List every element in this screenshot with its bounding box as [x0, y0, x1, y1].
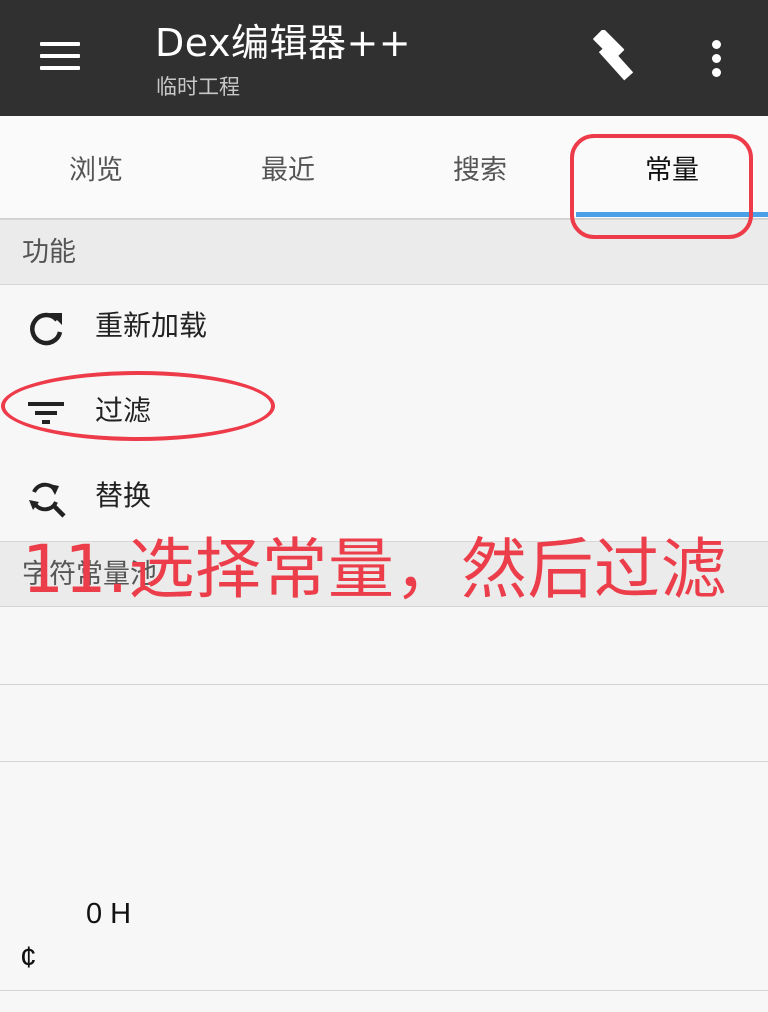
- more-vert-icon[interactable]: [692, 30, 742, 86]
- filter-icon: [26, 393, 66, 433]
- divider: [0, 761, 768, 762]
- app-title: Dex编辑器++: [155, 21, 412, 65]
- app-bar: Dex编辑器++ 临时工程: [0, 0, 768, 116]
- section-header-functions: 功能: [0, 219, 768, 285]
- refresh-icon: [26, 308, 66, 348]
- tab-browse[interactable]: 浏览: [0, 116, 192, 218]
- menu-item-reload[interactable]: 重新加载: [0, 286, 768, 370]
- tab-constants[interactable]: 常量: [576, 116, 768, 218]
- section-title: 功能: [22, 237, 76, 268]
- tab-bar: 浏览 最近 搜索 常量: [0, 116, 768, 218]
- divider: [0, 990, 768, 991]
- pool-item-text[interactable]: 0 H: [86, 898, 131, 931]
- menu-item-filter[interactable]: 过滤: [0, 371, 768, 455]
- find-replace-icon: [26, 478, 66, 518]
- menu-item-label: 重新加载: [95, 309, 208, 342]
- pool-item-symbol[interactable]: ¢: [20, 941, 37, 975]
- annotation-caption: 11.选择常量，然后过滤: [22, 531, 727, 608]
- menu-item-label: 过滤: [95, 394, 152, 427]
- divider: [0, 684, 768, 685]
- project-subtitle: 临时工程: [156, 75, 240, 99]
- tab-active-indicator: [576, 212, 768, 217]
- hammer-icon[interactable]: [584, 28, 644, 86]
- tab-search[interactable]: 搜索: [384, 116, 576, 218]
- menu-icon[interactable]: [24, 30, 96, 86]
- tab-recent[interactable]: 最近: [192, 116, 384, 218]
- menu-item-label: 替换: [95, 479, 152, 512]
